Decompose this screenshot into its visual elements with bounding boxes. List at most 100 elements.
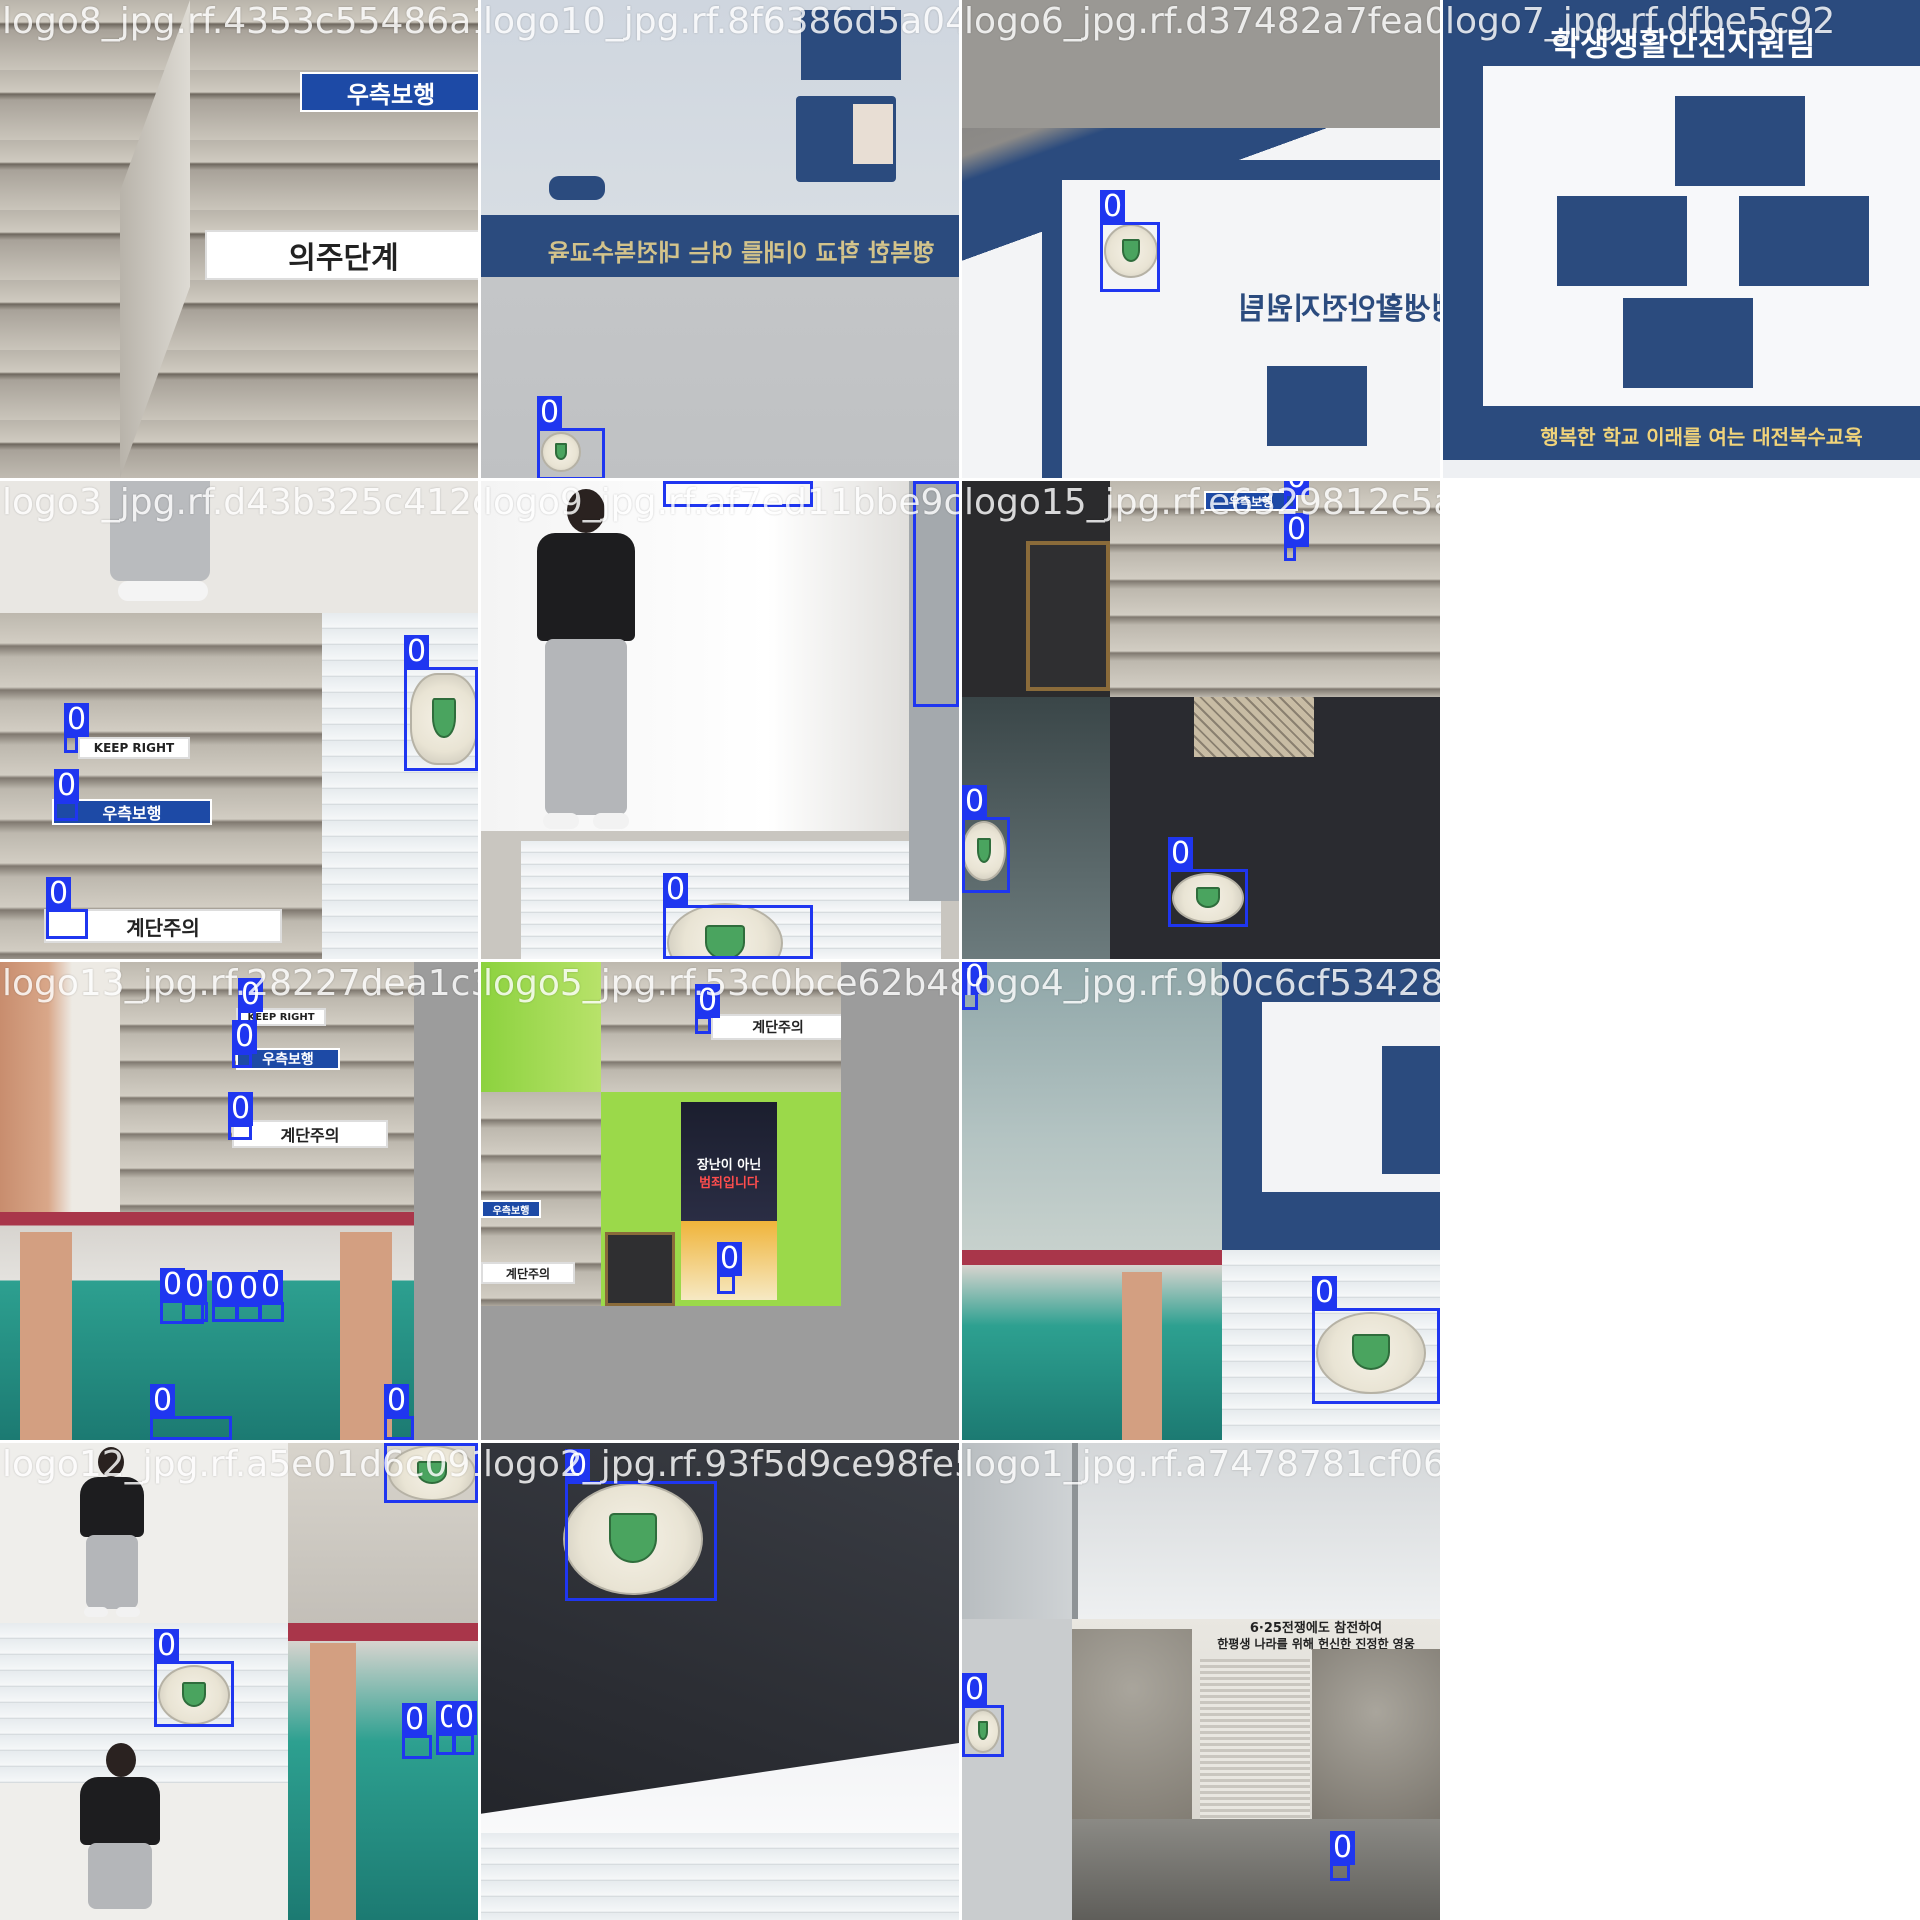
detection-box (663, 481, 813, 507)
sign-stairs-caution: 의주단계 (205, 230, 478, 280)
detection-box (154, 1661, 234, 1727)
green-wall (481, 962, 601, 1092)
legs-shoes (118, 581, 208, 601)
detection-box (565, 1481, 717, 1601)
detection-label: 0 (154, 1629, 180, 1663)
board-portrait (1382, 1046, 1440, 1110)
detection-box (150, 1416, 232, 1440)
detection-box (182, 1302, 208, 1322)
portrait-illustration (1072, 1629, 1192, 1829)
board-tag (549, 176, 605, 200)
detection-box (64, 735, 78, 753)
detection-box (452, 1733, 474, 1755)
detection-label: 0 (452, 1701, 478, 1735)
battle-scene (1072, 1819, 1440, 1920)
pillar (310, 1643, 356, 1920)
detection-label: 0 (962, 1673, 988, 1707)
detection-box (1284, 545, 1296, 561)
detection-label: 0 (695, 984, 721, 1018)
detection-label: 0 (258, 1270, 284, 1304)
detection-box (962, 992, 978, 1010)
detection-label: 0 (1284, 513, 1310, 547)
detection-label: 0 (962, 962, 988, 994)
shirt-collar (1194, 697, 1314, 757)
board-portrait (1623, 298, 1753, 388)
tile-empty (1443, 1443, 1920, 1920)
detection-box (913, 481, 959, 707)
pillar (1122, 1272, 1162, 1440)
tile-hallway: 0 0 logo4_jpg.rf.9b0c6cf5342805e4f8e8882… (962, 962, 1440, 1440)
board-portrait (853, 104, 893, 164)
window-frame (1072, 1443, 1440, 1619)
detection-box (402, 1735, 432, 1759)
detection-box (384, 1443, 478, 1503)
board-portrait (1675, 96, 1805, 186)
detection-label: 0 (913, 481, 939, 483)
sign-keep-right: KEEP RIGHT (78, 737, 190, 759)
tile-empty (1443, 481, 1920, 959)
detection-label: 0 (1168, 837, 1194, 871)
detection-box (404, 667, 478, 771)
tile-board-angled: 학생생활안전지원팀 0 logo6_jpg.rf.d37482a7fea08a2… (962, 0, 1440, 478)
student-figure (70, 1447, 154, 1619)
detection-label: 0 (150, 1384, 176, 1418)
tile-student-mosaic: 0 0 0 0 0 logo12_jpg.rf.a5e01d6c0911e99 (0, 1443, 478, 1920)
chalkboard (605, 1232, 675, 1306)
detection-label: 0 (46, 877, 72, 911)
detection-box (663, 905, 813, 959)
detection-label: 0 (404, 635, 430, 669)
detection-box (1330, 1863, 1350, 1881)
detection-box (228, 1124, 252, 1140)
detection-box (384, 1416, 414, 1440)
detection-label: 0 (238, 978, 264, 1012)
detection-label: 0 (54, 769, 80, 803)
sign-right-walk: 우측보행 (300, 72, 478, 112)
detection-box (1284, 493, 1296, 509)
detection-box (46, 909, 88, 939)
board-portrait (1739, 196, 1869, 286)
side-gray (414, 962, 478, 1440)
detection-box (1312, 1308, 1440, 1404)
detection-label: 0 (565, 1449, 591, 1483)
sign-right-walk: 우측보행 (481, 1200, 541, 1218)
detection-box (1168, 869, 1248, 927)
detection-label: 0 (182, 1270, 208, 1304)
board-title: 학생생활안전지원팀 (1550, 25, 1816, 63)
ceiling (962, 0, 1440, 128)
window-blinds (322, 613, 478, 959)
sign-stairs-caution: 계단주의 (232, 1120, 388, 1148)
stairs-photo (1110, 481, 1440, 697)
detection-box (1100, 222, 1160, 292)
detection-label: 0 (64, 703, 90, 737)
detection-label: 0 (212, 1272, 238, 1306)
student-figure (70, 1743, 170, 1920)
window-blinds (481, 1833, 959, 1920)
detection-label: 0 (1284, 481, 1310, 495)
detection-box (695, 1016, 711, 1034)
board-portrait (1267, 366, 1367, 446)
detection-box (232, 1052, 252, 1068)
poster-headline-1: 장난이 아닌 (696, 1158, 762, 1173)
detection-label: 0 (663, 873, 689, 907)
detection-box (54, 801, 78, 821)
board-title: 학생생활안전지원팀 (1237, 292, 1440, 327)
stairs-photo (120, 962, 414, 1212)
board-portrait (1557, 196, 1687, 286)
detection-label: 0 (1100, 190, 1126, 224)
detection-label: 0 (1312, 1276, 1338, 1310)
pillar (20, 1232, 72, 1440)
detection-box (962, 1705, 1004, 1757)
legs-pants (110, 481, 210, 581)
war-memorial-poster: 6·25전쟁에도 참전하여 한평생 나라를 위해 헌신한 진정한 영웅 (1072, 1619, 1440, 1920)
tile-board-front: 학생생활안전지원팀 행복한 학교 이래를 여는 대전복수교육 logo7_jpg… (1443, 0, 1920, 478)
detection-label: 0 (384, 1384, 410, 1418)
poster-header-1: 6·25전쟁에도 참전하여 (1249, 1621, 1383, 1636)
tile-board-mirror: 행복한 학교 이래를 여는 대전복수교육 0 logo10_jpg.rf.8f6… (481, 0, 959, 478)
detection-label: 0 (402, 1703, 428, 1737)
tile-stairs-signs: 우측보행 의주단계 logo8_jpg.rf.4353c55486a17bdb5… (0, 0, 478, 478)
student-figure (523, 489, 643, 829)
detection-label: 0 (228, 1092, 254, 1126)
detection-label: 0 (537, 396, 563, 430)
tile-empty (1443, 962, 1920, 1440)
tile-stairs-legs: KEEP RIGHT 우측보행 계단주의 0 0 0 0 logo3_jpg.r… (0, 481, 478, 959)
